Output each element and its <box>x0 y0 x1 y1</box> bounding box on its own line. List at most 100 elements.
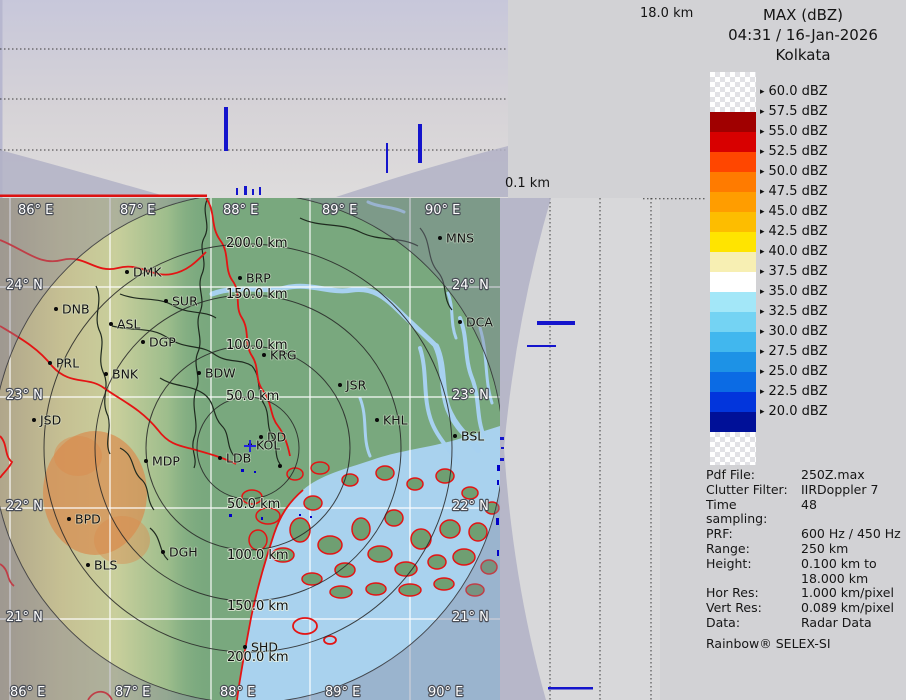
legend-swatch <box>710 212 756 232</box>
metadata-value: 1.000 km/pixel <box>801 586 894 601</box>
station-label: JSD <box>39 413 61 428</box>
latitude-label: 23° N <box>6 388 43 403</box>
top-projection-panel <box>0 0 508 198</box>
range-ring-label: 50.0 km <box>226 389 279 404</box>
station-label: DGH <box>169 545 198 560</box>
metadata-row: 18.000 km <box>706 572 904 587</box>
legend-label: ▸45.0 dBZ <box>760 205 828 220</box>
station-marker <box>197 371 201 375</box>
software-credit: Rainbow® SELEX-SI <box>706 636 904 651</box>
station-label: BRP <box>246 271 271 286</box>
height-min-label: 0.1 km <box>505 176 550 191</box>
station-marker <box>54 307 58 311</box>
metadata-row: Data:Radar Data <box>706 616 904 631</box>
metadata-key <box>706 572 801 587</box>
metadata-key: Hor Res: <box>706 586 801 601</box>
station-marker <box>438 236 442 240</box>
metadata-block: Pdf File:250Z.maxClutter Filter:IIRDoppl… <box>706 468 904 651</box>
legend-swatch <box>710 112 756 132</box>
metadata-value: 48 <box>801 498 817 528</box>
metadata-key: Range: <box>706 542 801 557</box>
metadata-value: Radar Data <box>801 616 872 631</box>
longitude-label: 90° E <box>425 203 460 218</box>
range-ring-label: 200.0 km <box>226 236 288 251</box>
longitude-label: 86° E <box>10 685 45 700</box>
metadata-value: 0.100 km to <box>801 557 877 572</box>
radar-map: 200.0 km150.0 km100.0 km50.0 km50.0 km10… <box>0 198 500 700</box>
metadata-value: IIRDoppler 7 <box>801 483 878 498</box>
height-max-label: 18.0 km <box>640 6 693 21</box>
right-projection-panel <box>500 198 706 700</box>
metadata-row: Clutter Filter:IIRDoppler 7 <box>706 483 904 498</box>
station-label: BPD <box>75 512 101 527</box>
station-label: DCA <box>466 315 493 330</box>
metadata-row: Pdf File:250Z.max <box>706 468 904 483</box>
legend-swatch <box>710 432 756 465</box>
longitude-label: 88° E <box>220 685 255 700</box>
station-label: LDB <box>226 451 251 466</box>
metadata-row: Vert Res:0.089 km/pixel <box>706 601 904 616</box>
legend-swatch <box>710 132 756 152</box>
latitude-label: 21° N <box>452 610 489 625</box>
legend-swatch <box>710 152 756 172</box>
latitude-label: 22° N <box>6 499 43 514</box>
legend-swatch <box>710 392 756 412</box>
legend-label: ▸57.5 dBZ <box>760 105 828 120</box>
station-label: MNS <box>446 231 474 246</box>
range-ring-label: 150.0 km <box>227 599 289 614</box>
metadata-value: 250 km <box>801 542 848 557</box>
legend-swatch <box>710 192 756 212</box>
metadata-key: Height: <box>706 557 801 572</box>
station-label: PRL <box>56 356 79 371</box>
latitude-label: 22° N <box>452 499 489 514</box>
station-marker <box>104 372 108 376</box>
station-marker <box>278 464 282 468</box>
metadata-row: Height:0.100 km to <box>706 557 904 572</box>
longitude-label: 89° E <box>322 203 357 218</box>
longitude-label: 88° E <box>223 203 258 218</box>
legend-label: ▸25.0 dBZ <box>760 365 828 380</box>
metadata-key: Clutter Filter: <box>706 483 801 498</box>
range-ring-label: 50.0 km <box>227 497 280 512</box>
border-line-at-panel-base <box>0 195 207 198</box>
station-label: BDW <box>205 366 236 381</box>
legend-label: ▸40.0 dBZ <box>760 245 828 260</box>
metadata-value: 0.089 km/pixel <box>801 601 894 616</box>
metadata-value: 18.000 km <box>801 572 868 587</box>
station-name: Kolkata <box>700 45 906 65</box>
legend-label: ▸50.0 dBZ <box>760 165 828 180</box>
range-ring-label: 150.0 km <box>226 287 288 302</box>
legend-swatch <box>710 352 756 372</box>
product-title: MAX (dBZ) <box>700 5 906 25</box>
legend-colorbar <box>710 72 756 465</box>
latitude-label: 24° N <box>452 278 489 293</box>
station-label: SHD <box>251 640 278 655</box>
latitude-label: 21° N <box>6 610 43 625</box>
product-datetime: 04:31 / 16-Jan-2026 <box>700 25 906 45</box>
legend-swatch <box>710 312 756 332</box>
legend-swatch <box>710 72 756 112</box>
station-marker <box>67 517 71 521</box>
station-label: BSL <box>461 429 484 444</box>
legend-swatch <box>710 172 756 192</box>
legend-swatch <box>710 372 756 392</box>
latitude-label: 24° N <box>6 278 43 293</box>
metadata-row: PRF:600 Hz / 450 Hz <box>706 527 904 542</box>
legend-label: ▸60.0 dBZ <box>760 85 828 100</box>
legend-label: ▸32.5 dBZ <box>760 305 828 320</box>
longitude-label: 89° E <box>325 685 360 700</box>
station-marker <box>125 270 129 274</box>
radar-display: 18.0 km 0.1 km <box>0 0 906 700</box>
legend-swatch <box>710 252 756 272</box>
station-marker <box>48 361 52 365</box>
station-marker <box>375 418 379 422</box>
metadata-value: 600 Hz / 450 Hz <box>801 527 901 542</box>
range-ring-label: 100.0 km <box>227 548 289 563</box>
metadata-value: 250Z.max <box>801 468 865 483</box>
legend-swatch <box>710 292 756 312</box>
station-label: DGP <box>149 335 176 350</box>
station-label: DMK <box>133 265 162 280</box>
station-label: DNB <box>62 302 90 317</box>
longitude-label: 90° E <box>428 685 463 700</box>
legend-label: ▸27.5 dBZ <box>760 345 828 360</box>
